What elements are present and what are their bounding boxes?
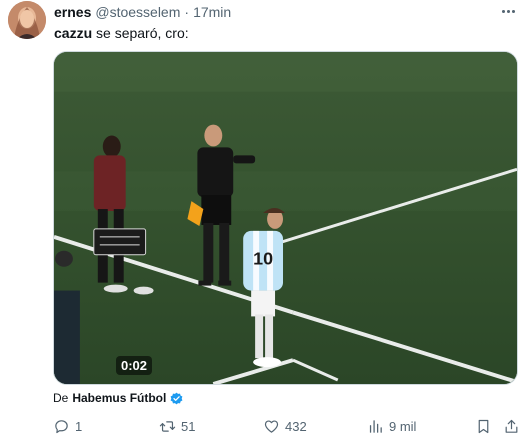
like-button[interactable]: 432 xyxy=(263,414,307,438)
video-frame: 10 xyxy=(54,52,517,384)
views-chart-icon xyxy=(369,419,382,433)
tweet-text-rest: se separó, cro: xyxy=(92,25,189,41)
views-count: 9 mil xyxy=(389,418,417,434)
author-display-name[interactable]: ernes xyxy=(54,4,91,20)
action-bar: 1 51 432 9 mil xyxy=(53,414,523,438)
like-count: 432 xyxy=(285,418,307,434)
reply-count: 1 xyxy=(75,418,83,434)
bookmark-button[interactable] xyxy=(475,414,492,438)
media-source: De Habemus Fútbol xyxy=(53,390,183,406)
media-source-prefix: De xyxy=(53,391,69,405)
heart-icon xyxy=(264,419,279,433)
svg-text:10: 10 xyxy=(253,249,273,269)
video-duration: 0:02 xyxy=(116,356,153,375)
more-options-icon[interactable] xyxy=(498,4,518,18)
bookmark-icon xyxy=(478,419,489,433)
verified-badge-icon xyxy=(170,392,183,404)
video-player[interactable]: 10 0:02 xyxy=(53,51,518,385)
reply-button[interactable]: 1 xyxy=(53,414,82,438)
repost-count: 51 xyxy=(181,418,196,434)
tweet-header: ernes @stoesselem · 17min xyxy=(54,3,510,21)
avatar[interactable] xyxy=(8,1,46,39)
share-icon xyxy=(505,419,518,433)
tweet-text: cazzu se separó, cro: xyxy=(54,25,189,41)
author-handle[interactable]: @stoesselem xyxy=(95,4,180,20)
views-button[interactable]: 9 mil xyxy=(367,414,416,438)
repost-icon xyxy=(159,420,176,432)
reply-icon xyxy=(55,419,68,433)
avatar-image xyxy=(8,1,46,39)
tweet[interactable]: ernes @stoesselem · 17min cazzu se separ… xyxy=(0,0,530,443)
post-time[interactable]: 17min xyxy=(193,4,231,20)
share-button[interactable] xyxy=(503,414,520,438)
repost-button[interactable]: 51 xyxy=(159,414,195,438)
tweet-text-bold: cazzu xyxy=(54,25,93,41)
separator-dot: · xyxy=(184,4,190,20)
media-source-account[interactable]: Habemus Fútbol xyxy=(72,391,166,405)
